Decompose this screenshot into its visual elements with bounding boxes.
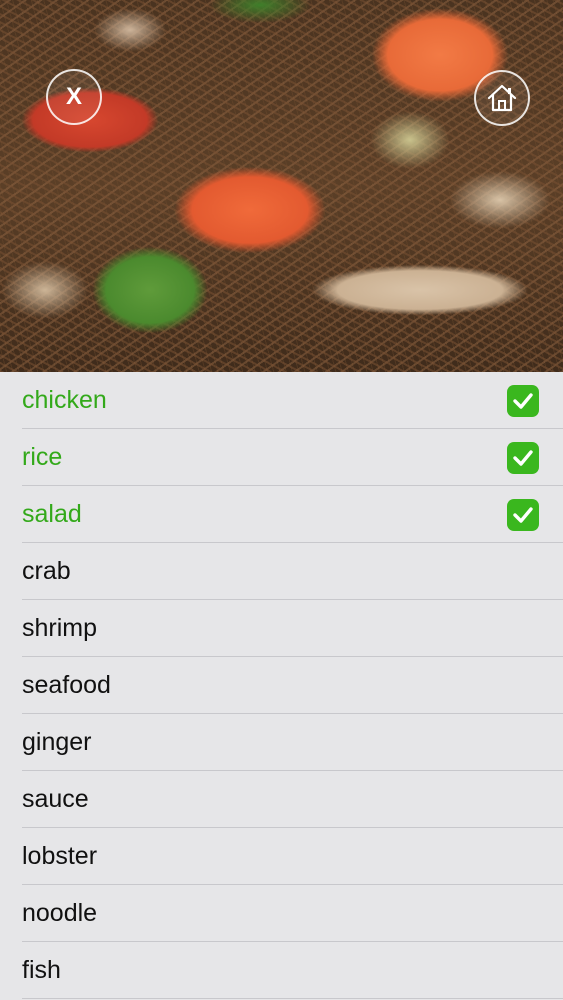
tag-label: chicken xyxy=(22,385,107,414)
checkmark-icon xyxy=(507,442,539,474)
close-icon: X xyxy=(65,83,82,110)
tag-label: seafood xyxy=(22,670,111,699)
tag-label: ginger xyxy=(22,727,92,756)
home-button[interactable] xyxy=(474,70,530,126)
home-icon xyxy=(487,84,517,112)
tag-row-fish[interactable]: fish xyxy=(22,942,563,999)
checkmark-icon xyxy=(507,385,539,417)
tag-row-ginger[interactable]: ginger xyxy=(22,714,563,771)
tag-row-lobster[interactable]: lobster xyxy=(22,828,563,885)
tag-row-noodle[interactable]: noodle xyxy=(22,885,563,942)
tag-row-sauce[interactable]: sauce xyxy=(22,771,563,828)
tag-label: salad xyxy=(22,499,82,528)
tag-row-rice[interactable]: rice xyxy=(22,429,563,486)
tag-label: fish xyxy=(22,955,61,984)
tag-label: lobster xyxy=(22,841,98,870)
close-button[interactable]: X xyxy=(46,69,102,125)
tag-label: noodle xyxy=(22,898,98,927)
tag-list: chicken rice salad crab shrimp seafood ginger s… xyxy=(0,372,563,999)
tag-label: crab xyxy=(22,556,71,585)
food-photo: X xyxy=(0,0,563,372)
tag-row-chicken[interactable]: chicken xyxy=(22,372,563,429)
tag-label: sauce xyxy=(22,784,89,813)
tag-row-shrimp[interactable]: shrimp xyxy=(22,600,563,657)
tag-row-crab[interactable]: crab xyxy=(22,543,563,600)
tag-label: rice xyxy=(22,442,63,471)
tag-row-salad[interactable]: salad xyxy=(22,486,563,543)
tag-row-seafood[interactable]: seafood xyxy=(22,657,563,714)
tag-label: shrimp xyxy=(22,613,98,642)
checkmark-icon xyxy=(507,499,539,531)
